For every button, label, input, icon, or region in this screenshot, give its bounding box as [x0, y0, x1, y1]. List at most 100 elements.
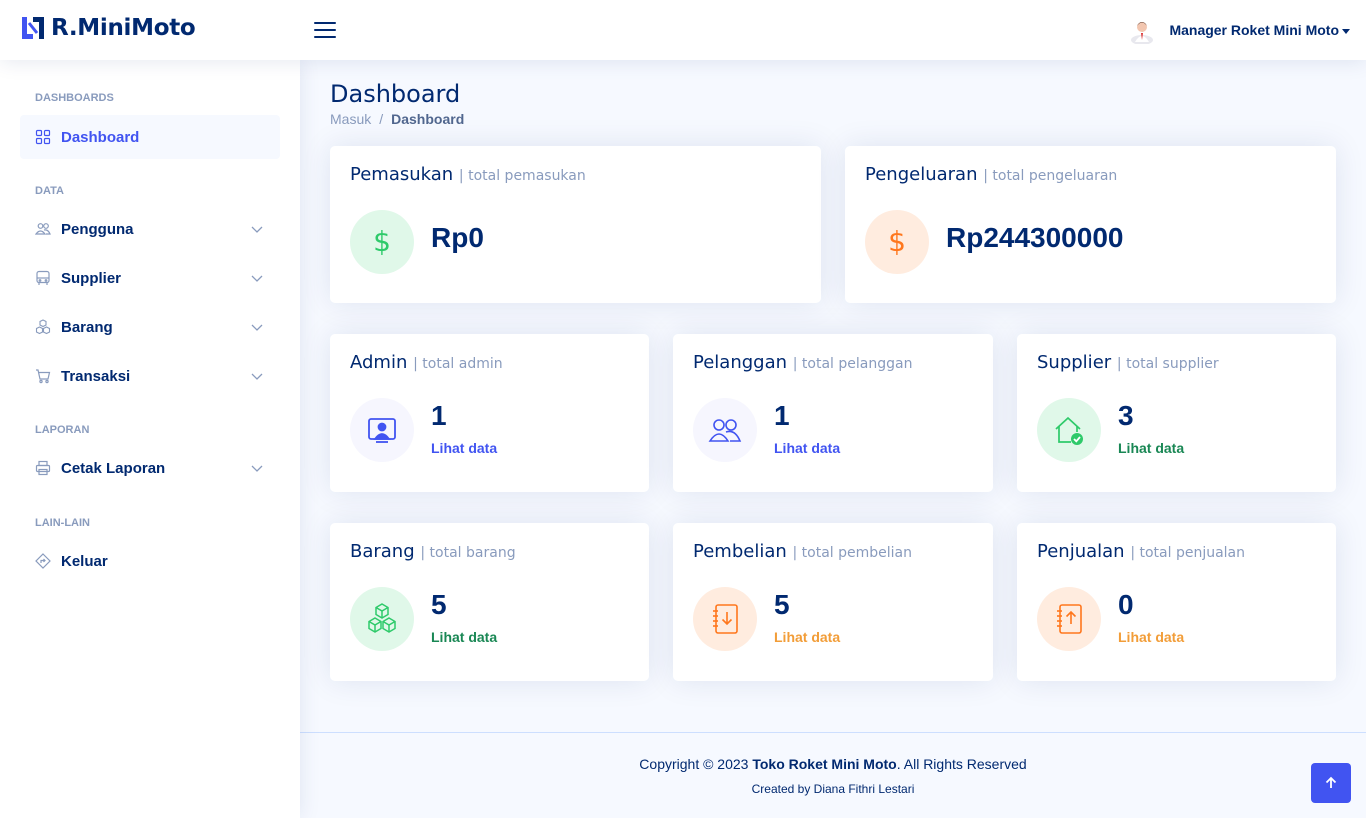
sidebar-item-transaksi[interactable]: Transaksi — [20, 354, 280, 398]
card-supplier: Supplier | total supplier 3 Lihat data — [1017, 334, 1336, 492]
purchase-count: 5 — [774, 589, 790, 620]
sidebar-item-label: Cetak Laporan — [61, 459, 166, 477]
chevron-down-icon — [251, 275, 263, 282]
customer-view-link[interactable]: Lihat data — [774, 440, 840, 456]
caret-down-icon — [1342, 28, 1350, 34]
cart-icon — [36, 369, 51, 384]
logo-mark-icon — [22, 17, 44, 39]
people-icon — [693, 398, 757, 462]
card-title: Admin — [350, 352, 408, 373]
footer: Copyright © 2023 Toko Roket Mini Moto. A… — [300, 732, 1366, 818]
page-title: Dashboard — [330, 80, 461, 108]
company-name: Toko Roket Mini Moto — [752, 756, 897, 772]
card-title: Pengeluaran — [865, 164, 978, 185]
card-title: Penjualan — [1037, 541, 1125, 562]
card-subtitle: | total pembelian — [792, 545, 913, 561]
profile-name: Manager Roket Mini Moto — [1169, 22, 1339, 38]
nav-heading-laporan: Laporan — [35, 424, 90, 436]
customer-count: 1 — [774, 400, 790, 431]
card-subtitle: | total supplier — [1116, 356, 1219, 372]
grid-icon — [35, 129, 51, 145]
journal-arrow-down-icon — [693, 587, 757, 651]
card-subtitle: | total pemasukan — [458, 168, 586, 184]
copyright-prefix: Copyright © 2023 — [639, 756, 749, 772]
sidebar-item-barang[interactable]: Barang — [20, 305, 280, 349]
supplier-count: 3 — [1118, 400, 1134, 431]
svg-text:$: $ — [373, 227, 391, 257]
card-admin: Admin | total admin 1 Lihat data — [330, 334, 649, 492]
card-subtitle: | total pelanggan — [792, 356, 913, 372]
card-subtitle: | total penjualan — [1130, 545, 1245, 561]
card-pembelian: Pembelian | total pembelian 5 Lihat data — [673, 523, 993, 681]
breadcrumb: Masuk / Dashboard — [330, 111, 464, 127]
card-title: Pemasukan — [350, 164, 454, 185]
nav-heading-data: Data — [35, 185, 64, 197]
header: R.MiniMoto Manager Roket Mini Moto — [0, 0, 1366, 60]
person-video-icon — [350, 398, 414, 462]
card-title: Pelanggan — [693, 352, 788, 373]
sidebar-toggle-icon[interactable] — [314, 19, 338, 41]
expense-value: Rp244300000 — [946, 222, 1124, 253]
card-pengeluaran: Pengeluaran | total pengeluaran $ Rp2443… — [845, 146, 1336, 303]
sidebar-item-dashboard[interactable]: Dashboard — [20, 115, 280, 159]
card-subtitle: | total admin — [413, 356, 503, 372]
credits: Created by Diana Fithri Lestari — [751, 782, 915, 796]
printer-icon — [35, 460, 51, 476]
signpost-icon — [35, 553, 51, 569]
sidebar-item-supplier[interactable]: Supplier — [20, 256, 280, 300]
profile-dropdown[interactable]: Manager Roket Mini Moto — [1129, 16, 1350, 44]
sidebar-item-cetak-laporan[interactable]: Cetak Laporan — [20, 446, 280, 490]
sidebar-item-label: Barang — [61, 318, 113, 336]
boxes-icon — [35, 319, 51, 335]
logo[interactable]: R.MiniMoto — [20, 15, 196, 41]
journal-arrow-up-icon — [1037, 587, 1101, 651]
copyright: Copyright © 2023 Toko Roket Mini Moto. A… — [300, 756, 1366, 772]
card-title: Barang — [350, 541, 415, 562]
card-subtitle: | total barang — [420, 545, 516, 561]
sidebar-item-pengguna[interactable]: Pengguna — [20, 207, 280, 251]
sales-count: 0 — [1118, 589, 1134, 620]
income-value: Rp0 — [431, 222, 484, 253]
nav-heading-dashboards: Dashboards — [35, 92, 114, 104]
sidebar-item-label: Supplier — [61, 269, 122, 287]
chevron-down-icon — [251, 226, 263, 233]
boxes-icon — [350, 587, 414, 651]
card-barang: Barang | total barang 5 Lihat data — [330, 523, 649, 681]
chevron-down-icon — [251, 324, 263, 331]
svg-text:$: $ — [888, 227, 906, 257]
item-count: 5 — [431, 589, 447, 620]
breadcrumb-link-masuk[interactable]: Masuk — [330, 111, 371, 127]
sidebar-item-label: Pengguna — [61, 220, 134, 238]
dollar-icon: $ — [865, 210, 929, 274]
card-title: Supplier — [1037, 352, 1112, 373]
card-penjualan: Penjualan | total penjualan 0 Lihat data — [1017, 523, 1336, 681]
nav-heading-lain-lain: Lain-lain — [35, 517, 90, 529]
breadcrumb-current: Dashboard — [391, 111, 465, 127]
admin-view-link[interactable]: Lihat data — [431, 440, 497, 456]
breadcrumb-separator: / — [379, 111, 384, 127]
avatar — [1131, 22, 1154, 44]
purchase-view-link[interactable]: Lihat data — [774, 629, 840, 645]
brand-name: R.MiniMoto — [51, 15, 196, 41]
people-icon — [35, 223, 51, 235]
sidebar-item-keluar[interactable]: Keluar — [20, 539, 280, 583]
admin-count: 1 — [431, 400, 447, 431]
sidebar-item-label: Transaksi — [61, 367, 131, 385]
back-to-top-button[interactable] — [1311, 763, 1351, 803]
chevron-down-icon — [251, 465, 263, 472]
card-pemasukan: Pemasukan | total pemasukan $ Rp0 — [330, 146, 821, 303]
sidebar-item-label: Dashboard — [61, 128, 140, 146]
card-pelanggan: Pelanggan | total pelanggan 1 Lihat data — [673, 334, 993, 492]
sales-view-link[interactable]: Lihat data — [1118, 629, 1184, 645]
house-check-icon — [1037, 398, 1101, 462]
bus-icon — [36, 270, 50, 285]
card-subtitle: | total pengeluaran — [983, 168, 1118, 184]
sidebar-item-label: Keluar — [61, 552, 108, 570]
sidebar: Dashboards Dashboard Data Pengguna Suppl… — [0, 60, 300, 818]
supplier-view-link[interactable]: Lihat data — [1118, 440, 1184, 456]
dollar-icon: $ — [350, 210, 414, 274]
chevron-down-icon — [251, 373, 263, 380]
copyright-suffix: . All Rights Reserved — [896, 756, 1027, 772]
card-title: Pembelian — [693, 541, 787, 562]
item-view-link[interactable]: Lihat data — [431, 629, 497, 645]
